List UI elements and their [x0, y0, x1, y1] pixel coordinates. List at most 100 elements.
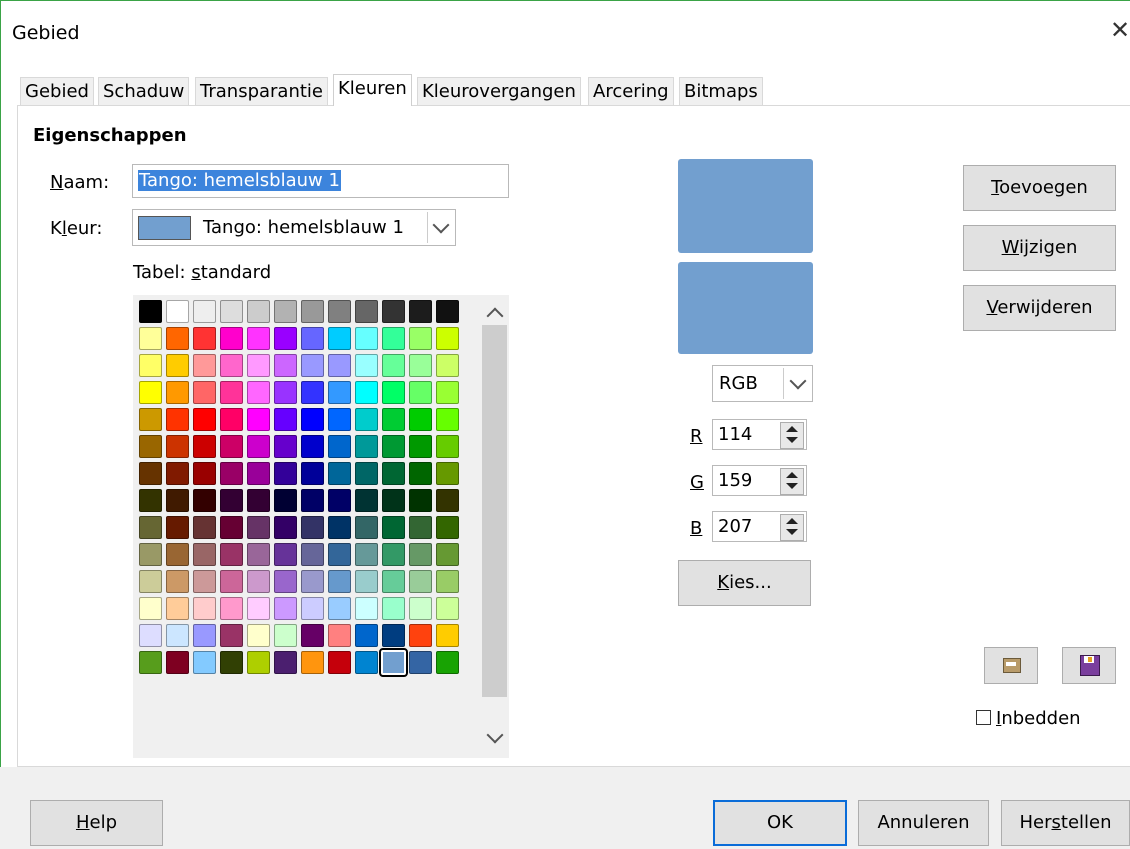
palette-swatch[interactable] — [434, 406, 461, 433]
palette-swatch[interactable] — [218, 406, 245, 433]
palette-swatch[interactable] — [164, 298, 191, 325]
palette-swatch[interactable] — [164, 379, 191, 406]
palette-swatch[interactable] — [272, 379, 299, 406]
palette-swatch[interactable] — [434, 487, 461, 514]
palette-swatch[interactable] — [218, 433, 245, 460]
palette-swatch[interactable] — [164, 514, 191, 541]
palette-swatch[interactable] — [407, 325, 434, 352]
palette-swatch[interactable] — [299, 649, 326, 676]
palette-swatch[interactable] — [380, 406, 407, 433]
palette-swatch[interactable] — [407, 568, 434, 595]
close-icon[interactable]: ✕ — [1108, 18, 1130, 42]
palette-swatch[interactable] — [218, 622, 245, 649]
palette-swatch[interactable] — [137, 433, 164, 460]
palette-swatch[interactable] — [299, 352, 326, 379]
tab-arcering[interactable]: Arcering — [588, 77, 674, 105]
palette-swatch[interactable] — [137, 460, 164, 487]
tab-gebied[interactable]: Gebied — [20, 77, 94, 105]
palette-swatch[interactable] — [407, 487, 434, 514]
r-spin-buttons[interactable] — [780, 422, 804, 449]
palette-swatch[interactable] — [326, 433, 353, 460]
palette-swatch[interactable] — [407, 595, 434, 622]
tab-bitmaps[interactable]: Bitmaps — [679, 77, 763, 105]
palette-swatch[interactable] — [299, 514, 326, 541]
palette-swatch[interactable] — [299, 622, 326, 649]
palette-swatch[interactable] — [191, 433, 218, 460]
palette-swatch[interactable] — [272, 622, 299, 649]
palette-swatch[interactable] — [137, 352, 164, 379]
palette-swatch[interactable] — [191, 514, 218, 541]
palette-swatch[interactable] — [164, 433, 191, 460]
palette-swatch[interactable] — [380, 433, 407, 460]
save-palette-icon[interactable] — [1062, 647, 1116, 684]
palette-swatch[interactable] — [272, 541, 299, 568]
palette-swatch[interactable] — [326, 595, 353, 622]
palette-swatch[interactable] — [164, 541, 191, 568]
palette-swatch[interactable] — [326, 406, 353, 433]
color-mode-dropdown[interactable]: RGB — [712, 365, 813, 402]
palette-swatch[interactable] — [434, 595, 461, 622]
palette-swatch[interactable] — [353, 595, 380, 622]
palette-swatch[interactable] — [326, 352, 353, 379]
palette-swatch[interactable] — [272, 406, 299, 433]
palette-swatch[interactable] — [245, 379, 272, 406]
palette-swatch[interactable] — [191, 649, 218, 676]
palette-swatch[interactable] — [434, 541, 461, 568]
palette-swatch[interactable] — [137, 541, 164, 568]
palette-swatch[interactable] — [218, 595, 245, 622]
palette-swatch[interactable] — [353, 406, 380, 433]
palette-swatch[interactable] — [218, 352, 245, 379]
palette-scrollbar[interactable] — [480, 295, 509, 758]
palette-swatch[interactable] — [191, 406, 218, 433]
palette-swatch[interactable] — [191, 460, 218, 487]
palette-swatch[interactable] — [326, 622, 353, 649]
palette-swatch[interactable] — [326, 460, 353, 487]
palette-swatch[interactable] — [191, 541, 218, 568]
reset-button[interactable]: Herstellen — [1001, 800, 1130, 846]
palette-swatch[interactable] — [434, 649, 461, 676]
palette-swatch[interactable] — [245, 460, 272, 487]
palette-swatch[interactable] — [191, 568, 218, 595]
palette-swatch[interactable] — [245, 568, 272, 595]
palette-swatch[interactable] — [245, 325, 272, 352]
palette-swatch[interactable] — [164, 460, 191, 487]
palette-swatch[interactable] — [245, 622, 272, 649]
palette-swatch[interactable] — [353, 541, 380, 568]
palette-swatch[interactable] — [164, 649, 191, 676]
name-field[interactable]: Tango: hemelsblauw 1 — [132, 164, 509, 198]
palette-swatch[interactable] — [353, 460, 380, 487]
palette-swatch[interactable] — [353, 352, 380, 379]
palette-swatch[interactable] — [272, 298, 299, 325]
palette-swatch[interactable] — [218, 514, 245, 541]
r-spinbox[interactable]: 114 — [712, 419, 807, 450]
palette-swatch[interactable] — [245, 541, 272, 568]
palette-swatch[interactable] — [353, 649, 380, 676]
add-button[interactable]: Toevoegen — [963, 165, 1116, 211]
palette-swatch[interactable] — [353, 622, 380, 649]
palette-swatch[interactable] — [434, 514, 461, 541]
palette-swatch[interactable] — [380, 568, 407, 595]
palette-swatch[interactable] — [272, 487, 299, 514]
palette-swatch[interactable] — [434, 379, 461, 406]
palette-swatch[interactable] — [137, 406, 164, 433]
palette-swatch[interactable] — [299, 406, 326, 433]
palette-swatch[interactable] — [191, 325, 218, 352]
palette-swatch[interactable] — [407, 622, 434, 649]
palette-swatch[interactable] — [218, 649, 245, 676]
palette-swatch[interactable] — [434, 622, 461, 649]
palette-swatch[interactable] — [299, 433, 326, 460]
palette-swatch[interactable] — [164, 622, 191, 649]
palette-swatch[interactable] — [137, 649, 164, 676]
palette-swatch[interactable] — [218, 541, 245, 568]
palette-swatch[interactable] — [434, 433, 461, 460]
tab-transparantie[interactable]: Transparantie — [195, 77, 328, 105]
g-spinbox[interactable]: 159 — [712, 465, 807, 496]
palette-swatch[interactable] — [191, 487, 218, 514]
palette-swatch[interactable] — [164, 325, 191, 352]
palette-swatch[interactable] — [326, 541, 353, 568]
palette-swatch[interactable] — [164, 487, 191, 514]
palette-swatch[interactable] — [380, 460, 407, 487]
palette-swatch[interactable] — [272, 433, 299, 460]
tab-kleuren[interactable]: Kleuren — [333, 74, 412, 106]
palette-swatch[interactable] — [299, 298, 326, 325]
